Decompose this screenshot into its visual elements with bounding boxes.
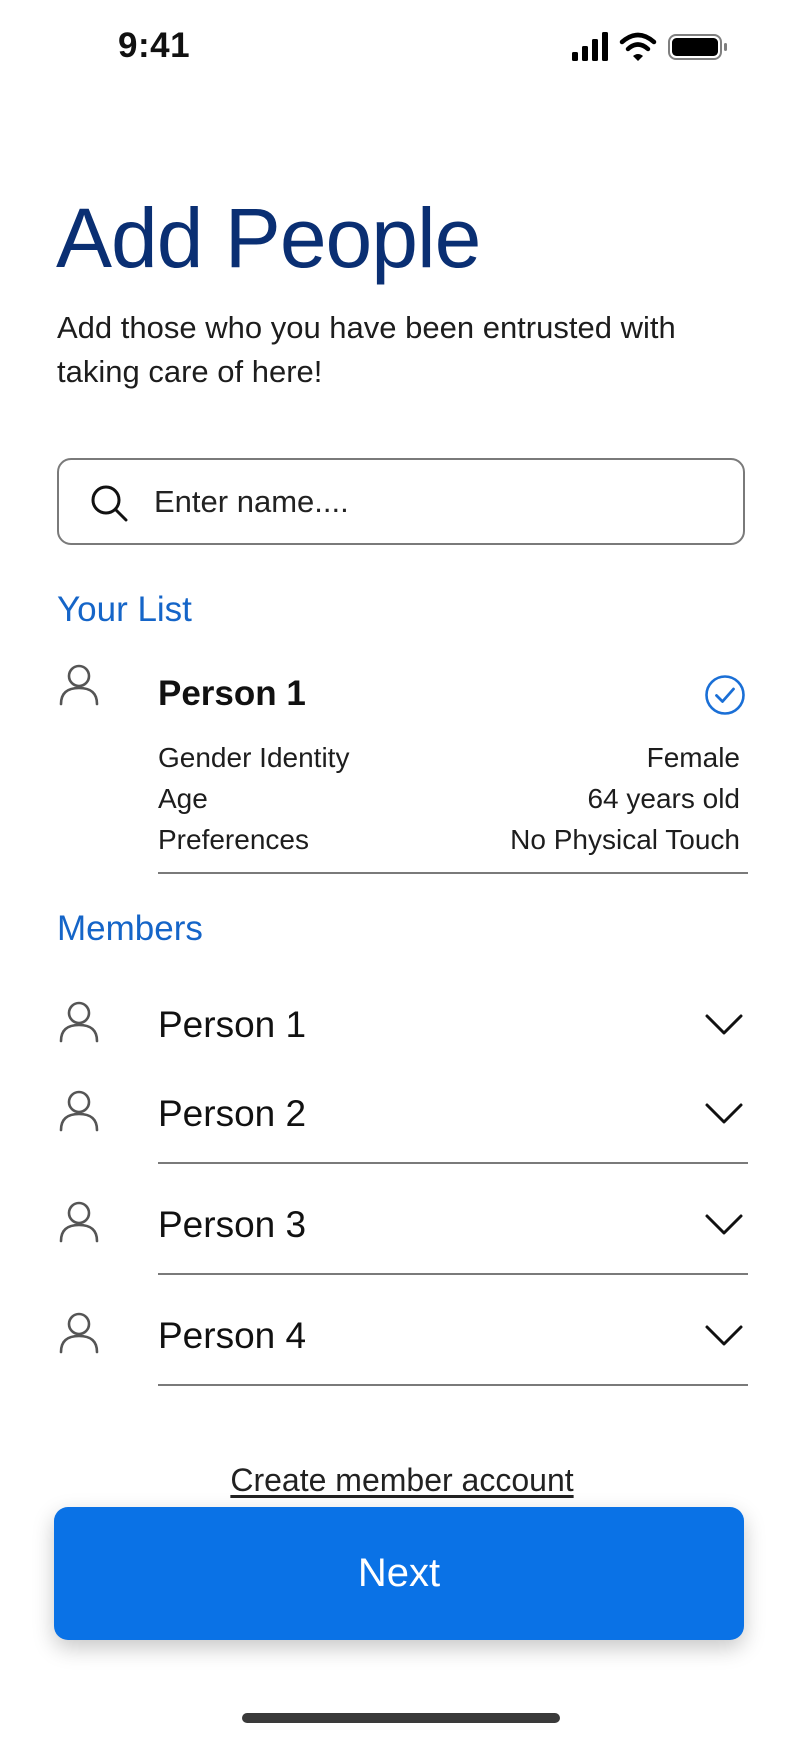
create-member-account-link[interactable]: Create member account <box>0 1462 804 1499</box>
member-row-1[interactable]: Person 1 <box>0 990 804 1060</box>
member-row-3[interactable]: Person 3 <box>0 1190 804 1260</box>
detail-value-gender: Female <box>646 742 740 773</box>
your-list-heading: Your List <box>57 590 192 629</box>
your-list-person-name: Person 1 <box>158 674 306 713</box>
person-icon <box>57 1310 101 1354</box>
member-row-4[interactable]: Person 4 <box>0 1301 804 1371</box>
search-icon <box>89 483 129 523</box>
wifi-icon <box>619 32 657 61</box>
page-title: Add People <box>56 191 481 285</box>
members-heading: Members <box>57 909 203 948</box>
detail-label-preferences: Preferences <box>158 824 309 855</box>
check-circle-icon[interactable] <box>704 674 746 716</box>
next-button[interactable]: Next <box>54 1507 744 1640</box>
detail-label-age: Age <box>158 783 208 814</box>
person-icon <box>57 1199 101 1243</box>
divider <box>158 872 748 874</box>
search-input[interactable] <box>154 478 714 526</box>
chevron-down-icon[interactable] <box>704 1212 744 1238</box>
member-name: Person 3 <box>158 1204 307 1245</box>
your-list-person[interactable] <box>57 662 101 706</box>
chevron-down-icon[interactable] <box>704 1323 744 1349</box>
detail-value-preferences: No Physical Touch <box>510 824 740 855</box>
member-name: Person 2 <box>158 1093 307 1134</box>
detail-label-gender: Gender Identity <box>158 742 350 773</box>
member-name: Person 1 <box>158 1004 307 1045</box>
page-subtitle: Add those who you have been entrusted wi… <box>57 310 676 389</box>
status-time: 9:41 <box>118 26 191 65</box>
chevron-down-icon[interactable] <box>704 1012 744 1038</box>
member-row-2[interactable]: Person 2 <box>0 1079 804 1149</box>
battery-icon <box>668 34 727 60</box>
person-icon <box>57 999 101 1043</box>
status-icons <box>572 30 732 64</box>
divider <box>158 1162 748 1164</box>
divider <box>158 1273 748 1275</box>
member-name: Person 4 <box>158 1315 307 1356</box>
detail-value-age: 64 years old <box>587 783 740 814</box>
divider <box>158 1384 748 1386</box>
chevron-down-icon[interactable] <box>704 1101 744 1127</box>
search-box[interactable] <box>57 458 745 545</box>
person-icon <box>57 1088 101 1132</box>
signal-icon <box>572 32 608 61</box>
home-indicator <box>242 1713 560 1723</box>
person-icon <box>57 662 101 706</box>
